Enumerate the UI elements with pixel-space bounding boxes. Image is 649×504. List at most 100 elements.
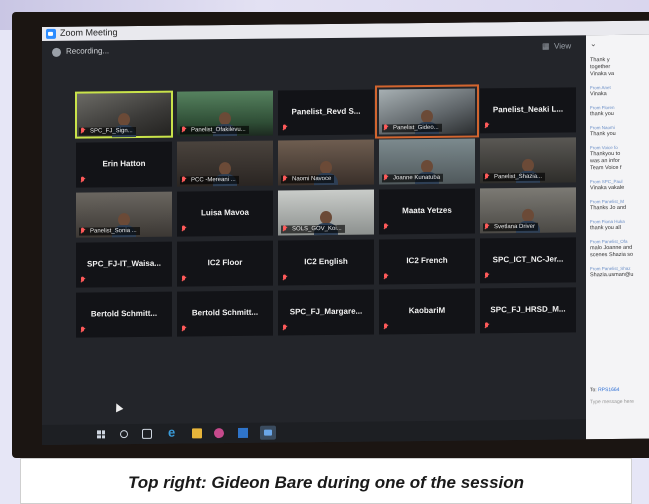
chat-message: From Floren thank you [590, 105, 649, 119]
chat-messages: Thank y together Vinaka va From Anet Vinak… [590, 57, 649, 287]
participant-tile[interactable]: KaobariM [379, 288, 475, 335]
muted-mic-icon [484, 272, 490, 280]
recording-label: Recording... [66, 46, 110, 56]
participant-tile[interactable]: SPC_FJ-IT_Waisa... [76, 241, 172, 288]
muted-mic-icon [383, 273, 389, 281]
participant-tile[interactable]: Panelist_Ofakilevu... [177, 90, 273, 137]
chat-text: malo Joanne and scenes Shazia so [590, 244, 634, 259]
participant-tile[interactable]: Maata Yetzes [379, 188, 475, 235]
participant-tile[interactable]: Joanne Kunatuba [379, 138, 475, 185]
participant-name: IC2 English [304, 256, 348, 267]
participant-name: SPC_ICT_NC-Jer... [492, 254, 564, 265]
muted-mic-icon [282, 124, 288, 132]
participant-name: SPC_FJ_Margare... [289, 306, 363, 317]
participant-tile[interactable]: SPC_FJ_Sign... [75, 90, 173, 139]
participant-tile[interactable]: Panelist_Revd S... [278, 89, 374, 136]
participant-name: Panelist_Gideo... [382, 123, 442, 133]
participant-tile[interactable]: PCC -Mereani ... [177, 140, 273, 187]
participant-tile[interactable]: SPC_FJ_HRSD_M... [480, 287, 576, 334]
muted-mic-icon [383, 174, 389, 182]
chat-message: From Panelist_Shaz Shazia.usman@u [590, 266, 649, 280]
participant-name: Panelist_Shazia... [483, 172, 546, 182]
participant-tile[interactable]: IC2 French [379, 238, 475, 285]
muted-mic-icon [383, 124, 389, 132]
participant-name: Panelist_Ofakilevu... [180, 125, 249, 135]
participant-name: Panelist_Neaki L... [492, 104, 564, 115]
caption-text: Top right: Gideon Bare during one of the… [127, 473, 525, 492]
search-icon[interactable] [120, 430, 128, 439]
participant-name: SPC_FJ_Sign... [79, 127, 136, 136]
participant-tile[interactable]: Bertold Schmitt... [76, 291, 172, 338]
chat-message: Thank y together Vinaka va [590, 57, 649, 79]
participant-name: SPC_FJ-IT_Waisa... [87, 258, 161, 269]
participant-name: KaobariM [408, 305, 446, 316]
edge-browser-icon[interactable]: e [168, 425, 175, 440]
participant-tile[interactable]: IC2 Floor [177, 240, 273, 287]
participant-name: Panelist_Sonia ... [79, 226, 140, 236]
chat-text: Thank y together Vinaka va [590, 57, 615, 78]
participant-name: Joanne Kunatuba [382, 173, 444, 183]
participant-name: PCC -Mereani ... [180, 175, 239, 185]
participant-name: IC2 French [406, 255, 448, 266]
task-view-icon[interactable] [142, 428, 152, 439]
muted-mic-icon [383, 223, 389, 231]
chat-text: Vinaka [590, 91, 607, 98]
participant-name: Maata Yetzes [402, 205, 452, 216]
gallery-view: SPC_FJ_Sign... Panelist_Ofakilevu... Panel… [75, 84, 576, 386]
recording-icon [52, 47, 61, 57]
store-icon[interactable] [214, 428, 224, 439]
muted-mic-icon [181, 126, 187, 134]
muted-mic-icon [282, 225, 288, 233]
photo-caption: Top right: Gideon Bare during one of the… [20, 458, 632, 504]
chat-message: From Voice fo Thankyou to was an infor Te… [590, 145, 649, 173]
participant-tile[interactable]: IC2 English [278, 239, 374, 286]
participant-tile[interactable]: Panelist_Neaki L... [480, 87, 576, 134]
participant-tile[interactable]: Luisa Mavoa [177, 190, 273, 237]
participant-tile[interactable]: Panelist_Sonia ... [76, 191, 172, 238]
chevron-down-icon[interactable]: ⌄ [590, 39, 597, 48]
meeting-toolbar: Recording... ▦ View [42, 35, 582, 63]
grid-view-icon[interactable]: ▦ [542, 42, 550, 51]
participant-name: IC2 Floor [207, 257, 243, 268]
windows-start-icon[interactable] [96, 429, 106, 439]
chat-text: thank you [590, 111, 614, 118]
participant-tile[interactable]: Svetlana Driver [480, 187, 576, 234]
participant-tile[interactable]: SPC_FJ_Margare... [278, 289, 374, 336]
participant-name: Svetlana Driver [483, 222, 539, 232]
muted-mic-icon [181, 275, 187, 283]
participant-name: Panelist_Revd S... [291, 106, 361, 117]
participant-name: Erin Hatton [102, 158, 146, 169]
file-explorer-icon[interactable] [192, 428, 202, 439]
participant-tile[interactable]: SPC_ICT_NC-Jer... [480, 237, 576, 284]
zoom-logo-icon [46, 28, 56, 39]
chat-recipient-select[interactable]: RPS1664 [598, 387, 619, 393]
participant-tile[interactable]: Bertold Schmitt... [177, 290, 273, 337]
chat-recipient-row[interactable]: To: RPS1664 [590, 387, 619, 393]
chat-message: From SPC_Paul Vinaka vakale [590, 179, 649, 193]
muted-mic-icon [484, 173, 490, 181]
participant-tile[interactable]: Panelist_Gideo... [375, 84, 479, 139]
chat-text: thank you all [590, 224, 621, 232]
chat-message: From Anet Vinaka [590, 85, 649, 99]
chat-input[interactable]: Type message here [590, 399, 634, 405]
participant-tile[interactable]: Panelist_Shazia... [480, 137, 576, 184]
chat-message: From Panelist_Ofa malo Joanne and scenes … [590, 239, 649, 260]
participant-tile[interactable]: SOLS_GOV_Koi... [278, 189, 374, 236]
chat-message: From Naomi Thank you [590, 125, 649, 139]
participant-tile[interactable]: Erin Hatton [76, 141, 172, 188]
window-title: Zoom Meeting [60, 27, 118, 38]
muted-mic-icon [181, 325, 187, 333]
muted-mic-icon [484, 223, 490, 231]
participant-name: SPC_FJ_HRSD_M... [490, 304, 566, 315]
participant-name: SOLS_GOV_Koi... [281, 224, 345, 234]
muted-mic-icon [282, 175, 288, 183]
muted-mic-icon [80, 277, 86, 285]
zoom-app-icon[interactable] [260, 425, 276, 440]
participant-name: Luisa Mavoa [200, 207, 249, 218]
monitor-screen: Zoom Meeting Recording... ▦ View SPC_FJ_… [42, 20, 649, 445]
chat-to-label: To: [590, 387, 597, 394]
photos-icon[interactable] [238, 427, 248, 438]
view-button[interactable]: View [554, 41, 571, 50]
participant-tile[interactable]: Naomi Navoce [278, 139, 374, 186]
muted-mic-icon [282, 274, 288, 282]
